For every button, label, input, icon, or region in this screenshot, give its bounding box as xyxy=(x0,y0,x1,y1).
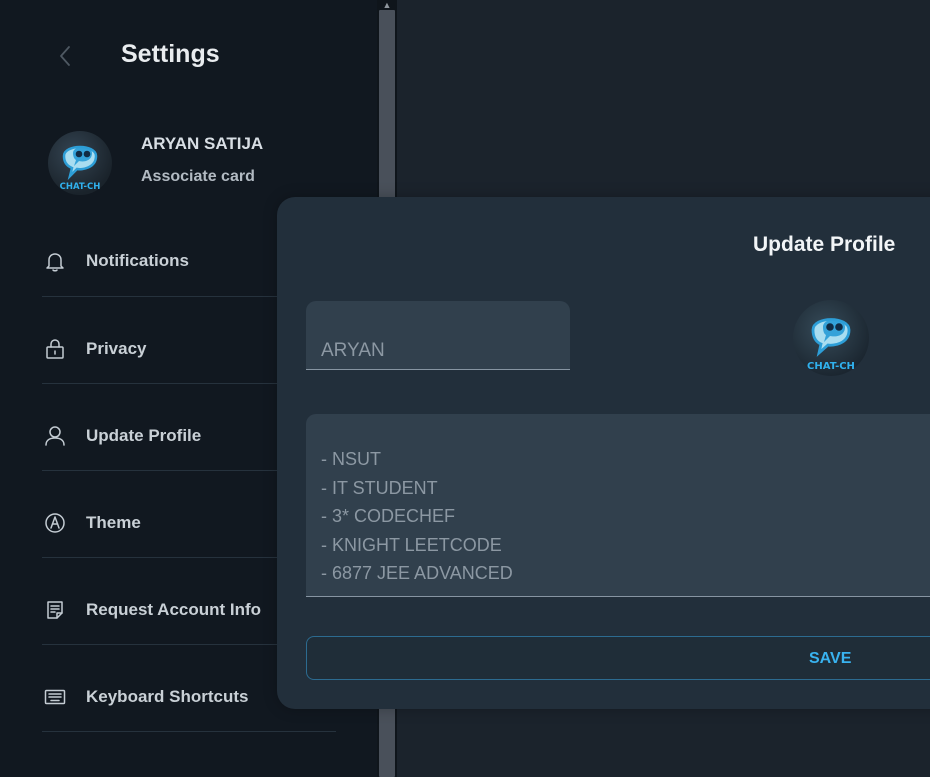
chevron-left-icon[interactable] xyxy=(56,44,76,68)
profile-subtitle: Associate card xyxy=(141,168,255,185)
bio-line: - KNIGHT LEETCODE xyxy=(321,534,502,555)
svg-text:CHAT-CH: CHAT-CH xyxy=(807,361,855,372)
bio-line: - NSUT xyxy=(321,449,381,469)
sidebar-item-label: Request Account Info xyxy=(86,600,262,619)
save-button[interactable]: SAVE xyxy=(306,636,930,680)
divider xyxy=(42,731,336,732)
sidebar-item-label: Keyboard Shortcuts xyxy=(86,687,249,706)
sidebar-item-label: Privacy xyxy=(86,339,147,358)
page-title: Settings xyxy=(121,40,220,68)
profile-name: ARYAN SATIJA xyxy=(141,134,264,153)
save-button-label: SAVE xyxy=(809,650,852,667)
sidebar-item-label: Update Profile xyxy=(86,426,202,445)
theme-icon xyxy=(43,511,67,535)
lock-icon xyxy=(43,337,67,361)
bio-line: - 3* CODECHEF xyxy=(321,506,456,526)
bio-textarea[interactable]: - NSUT - IT STUDENT - 3* CODECHEF - KNIG… xyxy=(306,414,930,597)
svg-text:CHAT-CH: CHAT-CH xyxy=(60,182,101,192)
document-icon xyxy=(43,598,67,622)
keyboard-icon xyxy=(43,685,67,709)
sidebar-item-label: Notifications xyxy=(86,251,189,270)
avatar[interactable]: CHAT-CH xyxy=(48,131,112,195)
user-icon xyxy=(43,424,67,448)
update-profile-dialog: Update Profile CHAT-CH - NSUT - IT STUDE… xyxy=(277,197,930,709)
profile-avatar[interactable]: CHAT-CH xyxy=(793,300,869,376)
sidebar-item-label: Theme xyxy=(86,513,141,532)
bio-line: - 6877 JEE ADVANCED xyxy=(321,563,513,583)
scroll-up-arrow-icon[interactable]: ▲ xyxy=(381,0,393,10)
bell-icon xyxy=(43,249,67,273)
bio-line: - IT STUDENT xyxy=(321,477,438,498)
dialog-title: Update Profile xyxy=(753,233,896,256)
name-input[interactable] xyxy=(306,301,570,370)
